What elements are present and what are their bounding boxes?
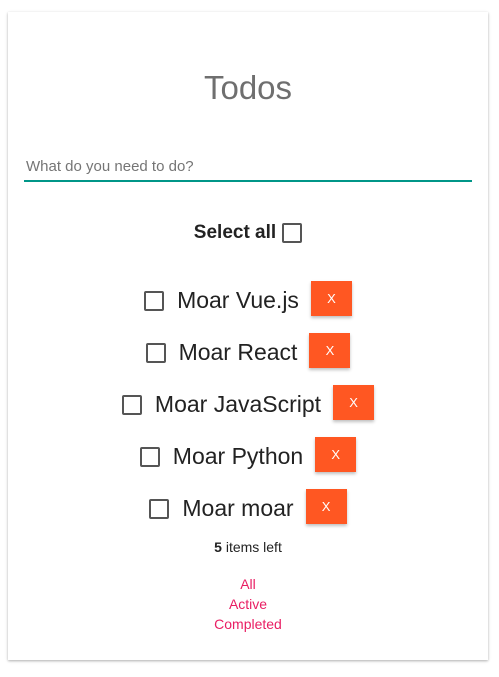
todo-checkbox[interactable]: [144, 291, 165, 311]
todo-checkbox[interactable]: [149, 499, 170, 519]
select-all-label: Select all: [193, 222, 277, 243]
new-todo-input[interactable]: [24, 152, 472, 182]
filter-active-link[interactable]: Active: [8, 594, 488, 614]
todo-label: Moar Vue.js: [177, 287, 299, 313]
todo-label: Moar moar: [182, 495, 294, 521]
todo-checkbox[interactable]: [145, 343, 166, 363]
todo-label: Moar React: [178, 339, 298, 365]
todo-label: Moar JavaScript: [154, 391, 322, 417]
delete-todo-button[interactable]: X: [309, 333, 351, 368]
todo-checkbox[interactable]: [139, 447, 160, 467]
list-item: Moar Vue.js X: [8, 280, 488, 332]
select-all-row: Select all: [8, 222, 488, 244]
filter-completed-link[interactable]: Completed: [8, 614, 488, 634]
filter-links: All Active Completed: [8, 574, 488, 634]
items-left-count: 5: [214, 539, 222, 555]
delete-todo-button[interactable]: X: [333, 385, 375, 420]
page-title: Todos: [203, 69, 293, 106]
delete-todo-button[interactable]: X: [310, 281, 352, 316]
todo-card: Todos Select all Moar Vue.js X Moar Reac…: [8, 12, 488, 660]
items-left-counter: 5 items left: [8, 539, 488, 555]
items-left-text: items left: [221, 539, 282, 555]
list-item: Moar Python X: [8, 436, 488, 488]
list-item: Moar JavaScript X: [8, 384, 488, 436]
select-all-checkbox[interactable]: [282, 223, 303, 243]
filter-all-link[interactable]: All: [8, 574, 488, 594]
delete-todo-button[interactable]: X: [315, 437, 357, 472]
todo-checkbox[interactable]: [121, 395, 142, 415]
todo-list: Moar Vue.js X Moar React X Moar JavaScri…: [8, 280, 488, 540]
todo-label: Moar Python: [172, 443, 304, 469]
delete-todo-button[interactable]: X: [305, 489, 347, 524]
list-item: Moar React X: [8, 332, 488, 384]
list-item: Moar moar X: [8, 488, 488, 540]
